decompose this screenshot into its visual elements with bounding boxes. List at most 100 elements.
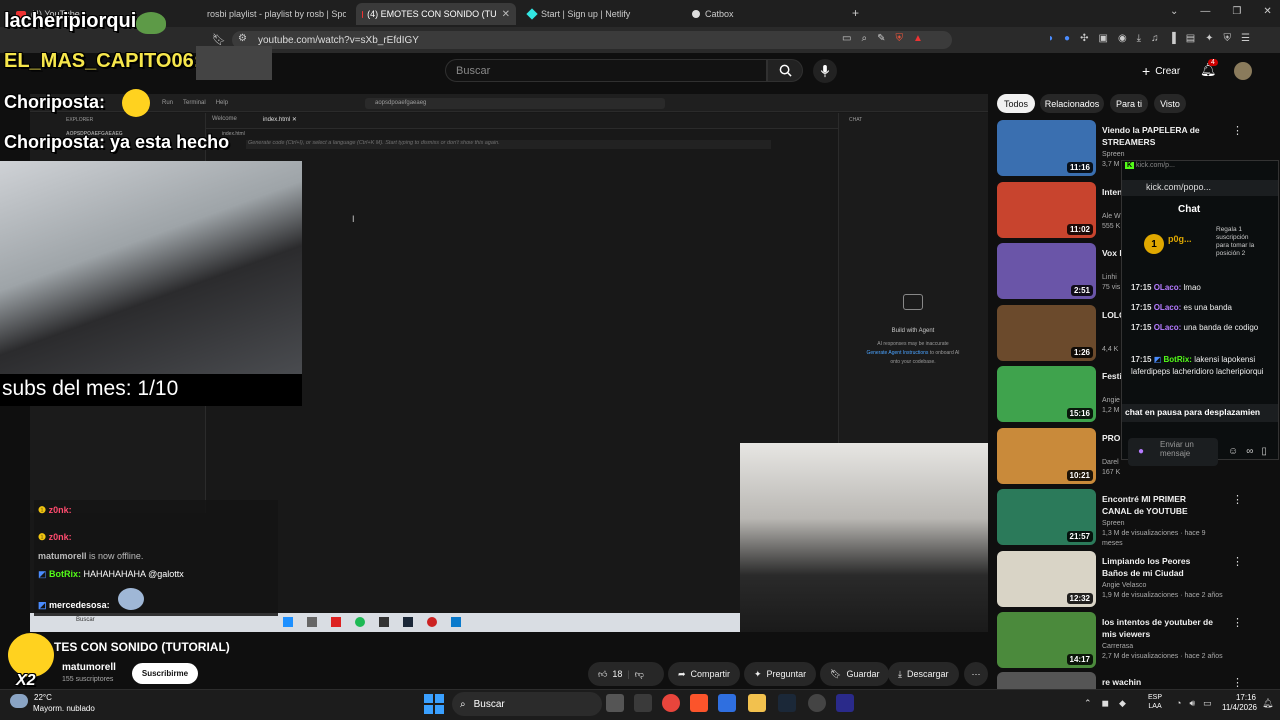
notification-center-icon[interactable]: 🔔︎ bbox=[1262, 698, 1273, 709]
subscribe-button[interactable]: Suscribirme bbox=[132, 663, 198, 684]
chat-paused-banner[interactable]: chat en pausa para desplazamien bbox=[1122, 404, 1278, 422]
taskbar-search[interactable]: ⌕ Buscar bbox=[452, 692, 602, 716]
more-actions-button[interactable]: ⋯ bbox=[964, 662, 988, 686]
wallet-icon[interactable]: ▤ bbox=[1186, 33, 1195, 44]
extension-icon[interactable]: ◗ bbox=[1048, 33, 1054, 44]
share-button[interactable]: ➦ Compartir bbox=[668, 662, 741, 686]
agent-instructions-link[interactable]: Generate Agent Instructions bbox=[866, 350, 928, 356]
tab-netlify[interactable]: Start | Sign up | Netlify bbox=[522, 3, 682, 25]
close-tab-icon[interactable]: ✕ bbox=[502, 9, 510, 20]
new-tab-button[interactable]: + bbox=[852, 6, 859, 20]
menu-run[interactable]: Run bbox=[162, 100, 173, 106]
thumbs-down-icon[interactable]: 👎︎ bbox=[635, 669, 644, 680]
more-icon[interactable]: ⋮ bbox=[1232, 676, 1243, 689]
music-icon[interactable]: ♫ bbox=[1151, 33, 1159, 44]
vscode-command-center[interactable]: aopsdpoaefgaeaeg bbox=[365, 98, 665, 109]
video-channel[interactable]: Spreen bbox=[1102, 150, 1227, 160]
search-button[interactable] bbox=[767, 59, 803, 82]
ask-button[interactable]: ✦ Preguntar bbox=[744, 662, 817, 686]
video-channel[interactable]: Angie Velasco bbox=[1102, 581, 1227, 591]
recommended-video[interactable]: 21:57 Encontré MI PRIMER CANAL de YOUTUBE… bbox=[997, 489, 1243, 547]
tab-index-html[interactable]: index.html ✕ bbox=[263, 116, 297, 123]
more-icon[interactable]: ⋮ bbox=[1232, 493, 1243, 506]
volume-icon[interactable]: 🔊︎ bbox=[1189, 698, 1195, 709]
chrome-icon[interactable] bbox=[662, 694, 680, 712]
video-title[interactable]: Encontré MI PRIMER CANAL de YOUTUBE bbox=[1102, 493, 1217, 517]
minimize-icon[interactable]: — bbox=[1200, 6, 1210, 17]
channel-name[interactable]: matumorell bbox=[62, 662, 116, 673]
thumbs-up-icon[interactable]: 👍︎ bbox=[598, 669, 607, 680]
gift-prompt[interactable]: Regala 1 suscripción para tomar la posic… bbox=[1216, 226, 1260, 258]
menu-terminal[interactable]: Terminal bbox=[183, 100, 206, 106]
close-icon[interactable]: ✕ bbox=[1263, 6, 1271, 17]
store-icon[interactable] bbox=[718, 694, 736, 712]
kick-url-bar[interactable]: kick.com/popo... bbox=[1122, 180, 1278, 196]
tab-emotes-video[interactable]: (4) EMOTES CON SONIDO (TU ✕ bbox=[356, 3, 516, 25]
tab-welcome[interactable]: Welcome bbox=[212, 116, 237, 123]
more-icon[interactable]: ⋮ bbox=[1232, 555, 1243, 568]
trash-icon[interactable]: ▯ bbox=[1261, 446, 1267, 457]
chip-watched[interactable]: Visto bbox=[1154, 94, 1186, 113]
download-icon[interactable]: ⤓ bbox=[1137, 33, 1141, 44]
more-icon[interactable]: ⋮ bbox=[1232, 616, 1243, 629]
battery-icon[interactable]: ▭ bbox=[1203, 698, 1212, 709]
video-channel[interactable]: Spreen bbox=[1102, 519, 1227, 529]
file-explorer-icon[interactable] bbox=[748, 694, 766, 712]
app-icon[interactable] bbox=[836, 694, 854, 712]
puzzle-icon[interactable]: ✣ bbox=[1080, 33, 1088, 44]
tray-app-icon[interactable]: ◼ bbox=[1102, 698, 1109, 709]
edit-icon[interactable]: ✎ bbox=[877, 33, 885, 44]
bookmark-icon[interactable]: 🔖︎ bbox=[212, 33, 226, 46]
chip-all[interactable]: Todos bbox=[997, 94, 1035, 113]
restore-icon[interactable]: ❐ bbox=[1232, 6, 1241, 17]
recommended-video[interactable]: 14:17 los intentos de youtuber de mis vie… bbox=[997, 612, 1243, 668]
steam-icon[interactable] bbox=[778, 694, 796, 712]
save-button[interactable]: 🔖︎ Guardar bbox=[820, 662, 890, 686]
language-indicator[interactable]: ESP LAA bbox=[1148, 693, 1162, 711]
search-input[interactable]: Buscar bbox=[445, 59, 767, 82]
start-button[interactable] bbox=[424, 694, 444, 714]
download-button[interactable]: ⤓ Descargar bbox=[888, 662, 959, 686]
app-icon[interactable] bbox=[808, 694, 826, 712]
voice-search-button[interactable] bbox=[813, 59, 837, 83]
site-info-icon[interactable]: ⚙︎ bbox=[238, 33, 247, 44]
wifi-icon[interactable]: ◔ bbox=[1176, 698, 1181, 709]
menu-help[interactable]: Help bbox=[216, 100, 228, 106]
chip-for-you[interactable]: Para ti bbox=[1110, 94, 1148, 113]
extension-icon[interactable]: ▣ bbox=[1098, 33, 1107, 44]
emote-icon[interactable]: ☺ bbox=[1228, 446, 1238, 457]
mic-icon[interactable]: ● bbox=[1138, 446, 1144, 457]
clock[interactable]: 17:16 11/4/2026 bbox=[1222, 693, 1257, 713]
chevron-down-icon[interactable]: ⌄ bbox=[1170, 6, 1178, 17]
extension-icon[interactable]: ● bbox=[1064, 33, 1070, 44]
cast-icon[interactable]: ▭ bbox=[842, 33, 851, 44]
video-channel[interactable]: Carrerasa bbox=[1102, 642, 1227, 652]
rewards-icon[interactable]: ▲ bbox=[913, 33, 923, 44]
video-title[interactable]: Limpiando los Peores Baños de mi Ciudad bbox=[1102, 555, 1217, 579]
link-icon[interactable]: ∞ bbox=[1246, 446, 1253, 457]
ai-icon[interactable]: ✦ bbox=[1205, 33, 1213, 44]
vpn-icon[interactable]: ⛨ bbox=[1224, 33, 1232, 44]
create-button[interactable]: + Crear bbox=[1142, 63, 1180, 79]
zoom-icon[interactable]: ⌕ bbox=[861, 33, 867, 44]
brave-shield-icon[interactable]: ⛨ bbox=[895, 33, 903, 44]
brave-icon[interactable] bbox=[690, 694, 708, 712]
more-icon[interactable]: ⋮ bbox=[1232, 124, 1243, 137]
video-title[interactable]: Viendo la PAPELERA de STREAMERS bbox=[1102, 124, 1217, 148]
notifications-button[interactable]: 🔔︎ 4 bbox=[1200, 59, 1218, 78]
video-title[interactable]: re wachin bbox=[1102, 676, 1217, 688]
tab-catbox[interactable]: Catbox bbox=[686, 3, 846, 25]
recommended-video[interactable]: 12:32 Limpiando los Peores Baños de mi Ci… bbox=[997, 551, 1243, 607]
tab-spotify[interactable]: rosbi playlist - playlist by rosb | Spot… bbox=[196, 3, 346, 25]
account-avatar[interactable] bbox=[1234, 62, 1252, 80]
task-view-icon[interactable] bbox=[606, 694, 624, 712]
menu-icon[interactable]: ☰ bbox=[1241, 33, 1250, 44]
sidebar-icon[interactable]: ▐ bbox=[1169, 33, 1176, 44]
video-title[interactable]: los intentos de youtuber de mis viewers bbox=[1102, 616, 1217, 640]
tray-app-icon[interactable]: ◆ bbox=[1119, 698, 1126, 709]
chip-related[interactable]: Relacionados bbox=[1040, 94, 1104, 113]
extension-icon[interactable]: ◉ bbox=[1118, 33, 1127, 44]
app-icon[interactable] bbox=[634, 694, 652, 712]
clock-time: 17:16 bbox=[1235, 693, 1256, 702]
chevron-up-icon[interactable]: ⌃ bbox=[1084, 698, 1092, 709]
